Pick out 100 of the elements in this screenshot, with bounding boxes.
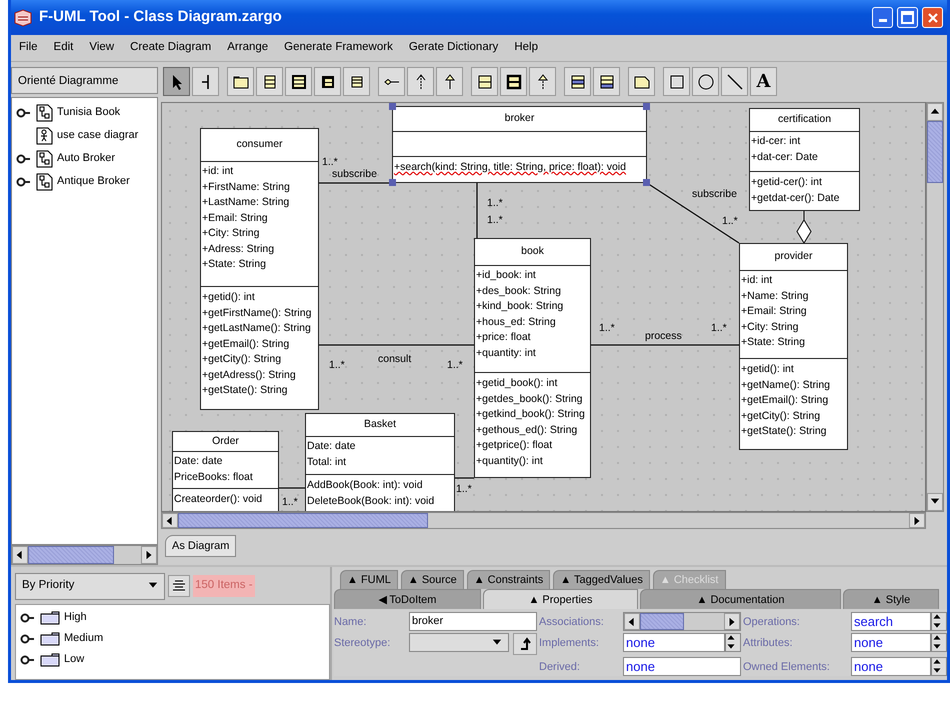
selection-handle[interactable]: [389, 103, 396, 110]
multiplicity-label: 1..*: [456, 482, 472, 497]
tab[interactable]: ▲ Documentation: [640, 589, 841, 609]
class-box[interactable]: provider +id: int +Name: String +Email: String +City: String +State: String +getid(): int +getName(): String +getEmail(): String +getCity(): String +getState(): String: [739, 243, 848, 450]
selection-handle[interactable]: [643, 103, 650, 110]
menu-item[interactable]: Arrange: [227, 39, 268, 57]
tree-item[interactable]: Low: [64, 651, 84, 668]
class-name: broker: [504, 111, 534, 126]
tool-button[interactable]: [314, 67, 341, 96]
spinner[interactable]: [931, 612, 947, 631]
vertical-scrollbar[interactable]: [926, 102, 944, 512]
tab[interactable]: ◀ ToDoItem: [334, 589, 481, 609]
selection-handle[interactable]: [389, 179, 396, 186]
expand-handle-icon[interactable]: [16, 108, 32, 118]
horizontal-scrollbar[interactable]: [623, 612, 741, 631]
operation-text: +getdes_book(): String: [475, 392, 584, 406]
menu-item[interactable]: Gerate Dictionary: [408, 39, 498, 57]
tab[interactable]: ▲ Constraints: [466, 570, 550, 589]
spinner[interactable]: [725, 633, 741, 652]
close-button[interactable]: [922, 7, 943, 28]
scrollbar-thumb[interactable]: [178, 513, 428, 528]
perspective-selector[interactable]: Orienté Diagramme: [11, 67, 158, 94]
expand-handle-icon[interactable]: [20, 612, 36, 622]
menu-item[interactable]: File: [19, 39, 38, 57]
caret-icon[interactable]: [932, 666, 942, 675]
caret-icon[interactable]: [492, 638, 502, 648]
list-field[interactable]: none: [623, 633, 725, 652]
list-button[interactable]: [168, 575, 190, 597]
maximize-button[interactable]: [897, 7, 918, 28]
expand-handle-icon[interactable]: [20, 654, 36, 664]
scrollbar-thumb[interactable]: [640, 613, 684, 630]
text-field[interactable]: broker: [409, 612, 537, 631]
class-box[interactable]: Basket Date: date Total: int AddBook(Book: int): void DeleteBook(Book: int): void: [305, 413, 455, 511]
tool-button[interactable]: [529, 67, 556, 96]
class-box[interactable]: Order Date: date PriceBooks: float Createorder(): void: [172, 431, 279, 511]
selection-handle[interactable]: [643, 179, 650, 186]
horizontal-scrollbar[interactable]: [161, 512, 926, 529]
attribute-text: +Email: String: [740, 304, 808, 319]
minimize-button[interactable]: [872, 7, 893, 28]
list-icon: [172, 579, 186, 593]
tool-button[interactable]: [564, 67, 591, 96]
arrow-right-icon[interactable]: [144, 550, 154, 560]
caret-icon[interactable]: [932, 622, 942, 630]
menu-item[interactable]: View: [89, 39, 114, 57]
caret-icon[interactable]: [726, 642, 736, 651]
class-box[interactable]: broker +search(kind: String, title: String, price: float): void: [392, 106, 647, 183]
tool-button[interactable]: [285, 67, 312, 96]
menu-item[interactable]: Generate Framework: [284, 39, 393, 57]
class-box[interactable]: [200, 128, 319, 410]
operation-text: +gethous_ed(): String: [475, 422, 578, 438]
tool-button[interactable]: [471, 67, 498, 96]
menu-item[interactable]: Create Diagram: [130, 39, 212, 57]
expand-handle-icon[interactable]: [16, 176, 32, 186]
tool-button[interactable]: [436, 67, 463, 96]
tree-item[interactable]: Antique Broker: [57, 173, 130, 190]
class-box[interactable]: certification +id-cer: int +dat-cer: Date +getid-cer(): int +getdat-cer(): Date: [749, 108, 860, 211]
tree-item[interactable]: use case diagrar: [57, 127, 138, 144]
tab[interactable]: ▲ Properties: [483, 589, 638, 609]
tree-item[interactable]: Medium: [64, 630, 104, 647]
tool-button[interactable]: [378, 67, 405, 96]
spinner[interactable]: [931, 633, 947, 652]
list-field[interactable]: none: [851, 657, 931, 676]
expand-handle-icon[interactable]: [16, 154, 32, 164]
tab[interactable]: ▲ Style: [843, 589, 939, 609]
tab[interactable]: ▲ Source: [400, 570, 464, 589]
sort-dropdown[interactable]: By Priority: [15, 572, 165, 600]
class-box[interactable]: [474, 238, 591, 478]
tool-button[interactable]: [343, 67, 370, 96]
spinner[interactable]: [931, 657, 947, 676]
text-tool-button[interactable]: A: [750, 67, 777, 96]
tree-item[interactable]: Auto Broker: [57, 150, 116, 167]
scrollbar-thumb[interactable]: [28, 546, 114, 564]
scrollbar-thumb[interactable]: [927, 121, 943, 183]
tool-button[interactable]: [407, 67, 434, 96]
menu-item[interactable]: Help: [514, 39, 538, 57]
tool-button[interactable]: [500, 67, 527, 96]
diagram-tab[interactable]: As Diagram: [165, 535, 236, 557]
tab[interactable]: ▲ TaggedValues: [553, 570, 650, 589]
tool-button[interactable]: [628, 67, 655, 96]
tool-button[interactable]: [593, 67, 620, 96]
tool-button[interactable]: [692, 67, 719, 96]
tool-button[interactable]: [721, 67, 748, 96]
tree-item[interactable]: Tunisia Book: [57, 104, 120, 121]
tool-button[interactable]: [663, 67, 690, 96]
tool-button[interactable]: [256, 67, 283, 96]
horizontal-scrollbar[interactable]: [11, 545, 158, 565]
expand-handle-icon[interactable]: [20, 634, 36, 644]
caret-icon[interactable]: [932, 642, 942, 651]
navigate-button[interactable]: [513, 633, 537, 655]
tab[interactable]: ▲ FUML: [340, 570, 398, 589]
tool-button[interactable]: [163, 67, 190, 96]
text-field[interactable]: none: [623, 657, 741, 676]
arrow-right-icon[interactable]: [912, 516, 922, 526]
list-field[interactable]: none: [851, 633, 931, 652]
tool-button[interactable]: [227, 67, 254, 96]
list-field[interactable]: search: [851, 612, 931, 631]
tool-button[interactable]: [192, 67, 219, 96]
arrow-right-icon[interactable]: [727, 616, 737, 626]
menu-item[interactable]: Edit: [54, 39, 74, 57]
tree-item[interactable]: High: [64, 609, 87, 626]
